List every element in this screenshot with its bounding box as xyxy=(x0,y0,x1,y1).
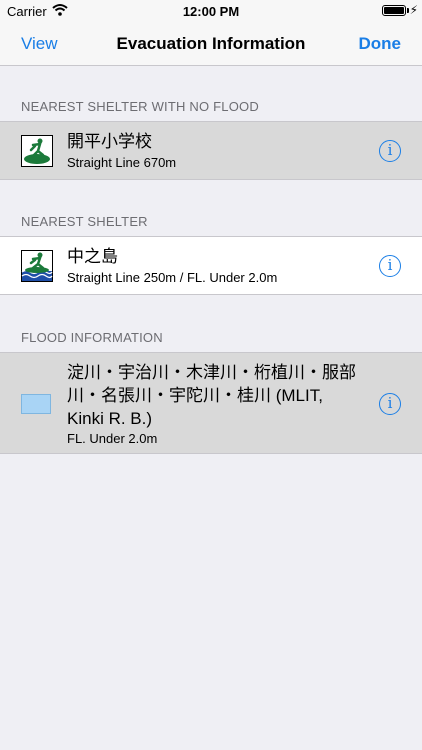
flood-level: FL. Under 2.0m xyxy=(67,431,158,446)
shelter-nearest-row[interactable]: 中之島 Straight Line 250m / FL. Under 2.0m … xyxy=(0,236,422,295)
shelter-distance: Straight Line 670m xyxy=(67,155,177,170)
done-button[interactable]: Done xyxy=(359,34,402,54)
section-header-nearest: NEAREST SHELTER xyxy=(21,214,148,229)
shelter-icon xyxy=(21,135,53,167)
flood-river-line-2: 川・名張川・宇陀川・桂川 (MLIT, xyxy=(67,386,323,405)
flood-river-line-1: 淀川・宇治川・木津川・桁植川・服部 xyxy=(67,363,356,382)
flood-level-swatch xyxy=(21,394,51,414)
status-time: 12:00 PM xyxy=(182,4,240,19)
shelter-no-flood-row[interactable]: 開平小学校 Straight Line 670m i xyxy=(0,121,422,180)
shelter-flood-icon xyxy=(21,250,53,282)
flood-information-row[interactable]: 淀川・宇治川・木津川・桁植川・服部 川・名張川・宇陀川・桂川 (MLIT, Ki… xyxy=(0,352,422,454)
info-icon[interactable]: i xyxy=(379,140,401,162)
navigation-bar: View Evacuation Information Done xyxy=(0,22,422,66)
flood-river-names: 淀川・宇治川・木津川・桁植川・服部 川・名張川・宇陀川・桂川 (MLIT, Ki… xyxy=(67,361,356,430)
section-header-no-flood: NEAREST SHELTER WITH NO FLOOD xyxy=(21,99,259,114)
info-icon[interactable]: i xyxy=(379,393,401,415)
flood-river-line-3: Kinki R. B.) xyxy=(67,409,153,428)
status-bar: Carrier 12:00 PM ⚡ xyxy=(0,0,422,22)
shelter-name: 中之島 xyxy=(67,247,118,266)
shelter-distance: Straight Line 250m / FL. Under 2.0m xyxy=(67,270,278,285)
section-header-flood: FLOOD INFORMATION xyxy=(21,330,163,345)
charging-bolt-icon: ⚡ xyxy=(409,3,418,17)
shelter-name: 開平小学校 xyxy=(67,132,152,151)
info-icon[interactable]: i xyxy=(379,255,401,277)
battery-icon xyxy=(382,5,406,16)
